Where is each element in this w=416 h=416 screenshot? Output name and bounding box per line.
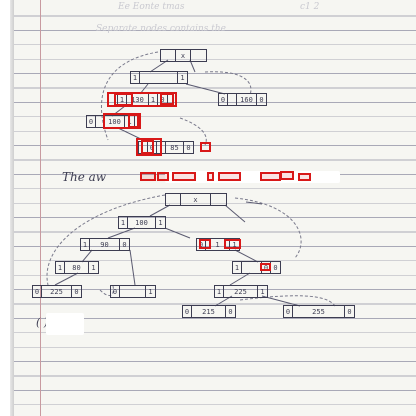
tree2-root-node: x <box>165 193 227 206</box>
tree2-leaf-l1-cell-0: 1 <box>56 262 65 273</box>
tree2-leaf-r4-cell-2: 0 <box>347 307 352 316</box>
tree2-leaf-l2-cell-2: 0 <box>74 287 79 296</box>
tree2-leaf-r4-node: 0 255 0 <box>283 305 355 318</box>
tree2-leaf-l3-cell-0: 0 <box>111 286 120 297</box>
tree1-l1-cell-1 <box>140 72 178 83</box>
link-t2-l1-left <box>107 227 136 239</box>
tree1-l1-cell-2: 1 <box>180 73 185 82</box>
tree2-root-cell-1: x <box>181 194 211 205</box>
tree1-root-cell-2 <box>191 50 206 61</box>
link-t2-r-leaf <box>229 272 251 286</box>
tree2-leaf-r1-cell-1 <box>242 262 262 273</box>
tree2-l2l-cell-2: 0 <box>122 240 127 249</box>
tree2-root-cell-0 <box>166 194 181 205</box>
link-t2-dashed-right <box>234 197 302 259</box>
tree2-leaf-l2-node: 0 225 0 <box>32 285 82 298</box>
link-t1-dashed-right <box>204 71 252 96</box>
highlight-box-t1-l2-end <box>160 93 174 105</box>
tree2-l2l-cell-1: 90 <box>90 239 120 250</box>
tree2-leaf-l1-cell-2: 1 <box>91 263 96 272</box>
highlight-box-t1-side <box>200 142 211 152</box>
highlight-word-1 <box>140 172 156 181</box>
notebook-photo: Ee Eonte tmas c1 2 Separate nodes contai… <box>0 0 416 416</box>
tree2-leaf-l3-cell-1 <box>120 286 146 297</box>
tree2-leaf-r3-cell-1: 215 <box>192 306 226 317</box>
tree2-l1-cell-2: 1 <box>158 218 163 227</box>
highlight-word-4 <box>207 172 214 181</box>
tree2-leaf-r3-cell-0: 0 <box>183 306 192 317</box>
highlight-word-8 <box>298 173 311 181</box>
highlight-word-6 <box>260 172 281 181</box>
tree2-leaf-l3-cell-2: 1 <box>148 287 153 296</box>
tree-links <box>46 51 336 307</box>
link-t2-root-right <box>224 204 246 223</box>
tree2-leaf-r2-node: 1 225 1 <box>214 285 268 298</box>
tree2-leaf-r2-cell-1: 225 <box>224 286 258 297</box>
link-t2-leaf-left <box>54 272 79 286</box>
highlight-word-7 <box>280 171 294 180</box>
tree1-root-cell-1: x <box>176 50 191 61</box>
tree2-leaf-r4-cell-0: 0 <box>284 306 293 317</box>
tree1-l4-cell-4: 0 <box>186 143 191 152</box>
tree1-l4-cell-3: 85 <box>166 142 184 153</box>
tree1-l3-cell-0: 0 <box>87 116 96 127</box>
link-t2-l2-right <box>129 249 136 286</box>
tree2-root-cell-2 <box>211 194 226 205</box>
tree2-leaf-r3-cell-2: 0 <box>228 307 233 316</box>
highlight-box-t1-l4-ptr <box>141 140 154 154</box>
highlight-box-t2-l2r-a <box>199 239 211 249</box>
highlight-word-5 <box>218 172 241 181</box>
tree2-leaf-r3-node: 0 215 0 <box>182 305 236 318</box>
tree1-l2r-cell-3: 0 <box>259 95 264 104</box>
tree2-leaf-r1-node: 1 0 0 <box>232 261 281 274</box>
highlight-box-t1-l3-ptr <box>128 114 139 128</box>
sentence-prefix: The aw <box>62 170 107 184</box>
link-t2-l1-mid <box>164 227 191 239</box>
tree2-leaf-l1-cell-1: 80 <box>65 262 89 273</box>
tree2-l2l-cell-0: 1 <box>81 239 90 250</box>
tree2-leaf-l1-node: 1 80 1 <box>55 261 99 274</box>
highlight-word-2 <box>157 172 169 181</box>
tree2-leaf-r2-cell-2: 1 <box>260 287 265 296</box>
tree2-l1-cell-1: 100 <box>128 217 156 228</box>
tree2-level2-left-node: 1 90 0 <box>80 238 130 251</box>
highlight-box-t2-l2r-b <box>224 239 241 249</box>
tree2-leaf-r4-cell-1: 255 <box>293 306 345 317</box>
tree1-level1-node: 1 1 <box>130 71 188 84</box>
tree1-l2r-cell-2: 160 <box>237 94 257 105</box>
tree2-leaf-r1-cell-3: 0 <box>273 263 278 272</box>
highlight-box-t2-leaf-r1 <box>260 263 271 271</box>
tree2-l1-cell-0: 1 <box>119 217 128 228</box>
tree2-level1-node: 1 100 1 <box>118 216 166 229</box>
link-t2-root-left <box>149 204 171 217</box>
tree2-leaf-l3-node: 0 1 <box>110 285 156 298</box>
tree2-leaf-l2-cell-0: 0 <box>33 286 42 297</box>
redaction-footer <box>46 313 84 335</box>
tree1-l1-cell-0: 1 <box>131 72 140 83</box>
highlight-word-3 <box>172 172 196 181</box>
tree2-leaf-r2-cell-0: 1 <box>215 286 224 297</box>
tree1-level2-right-node: 0 160 0 <box>218 93 267 106</box>
tree1-l2r-cell-0: 0 <box>219 94 228 105</box>
tree1-l2r-cell-1 <box>228 94 237 105</box>
tree2-leaf-l2-cell-1: 225 <box>42 286 72 297</box>
highlight-box-t1-l2-ptr <box>114 93 133 106</box>
tree1-root-cell-0 <box>161 50 176 61</box>
tree2-leaf-r1-cell-0: 1 <box>233 262 242 273</box>
tree1-root-node: x <box>160 49 207 62</box>
